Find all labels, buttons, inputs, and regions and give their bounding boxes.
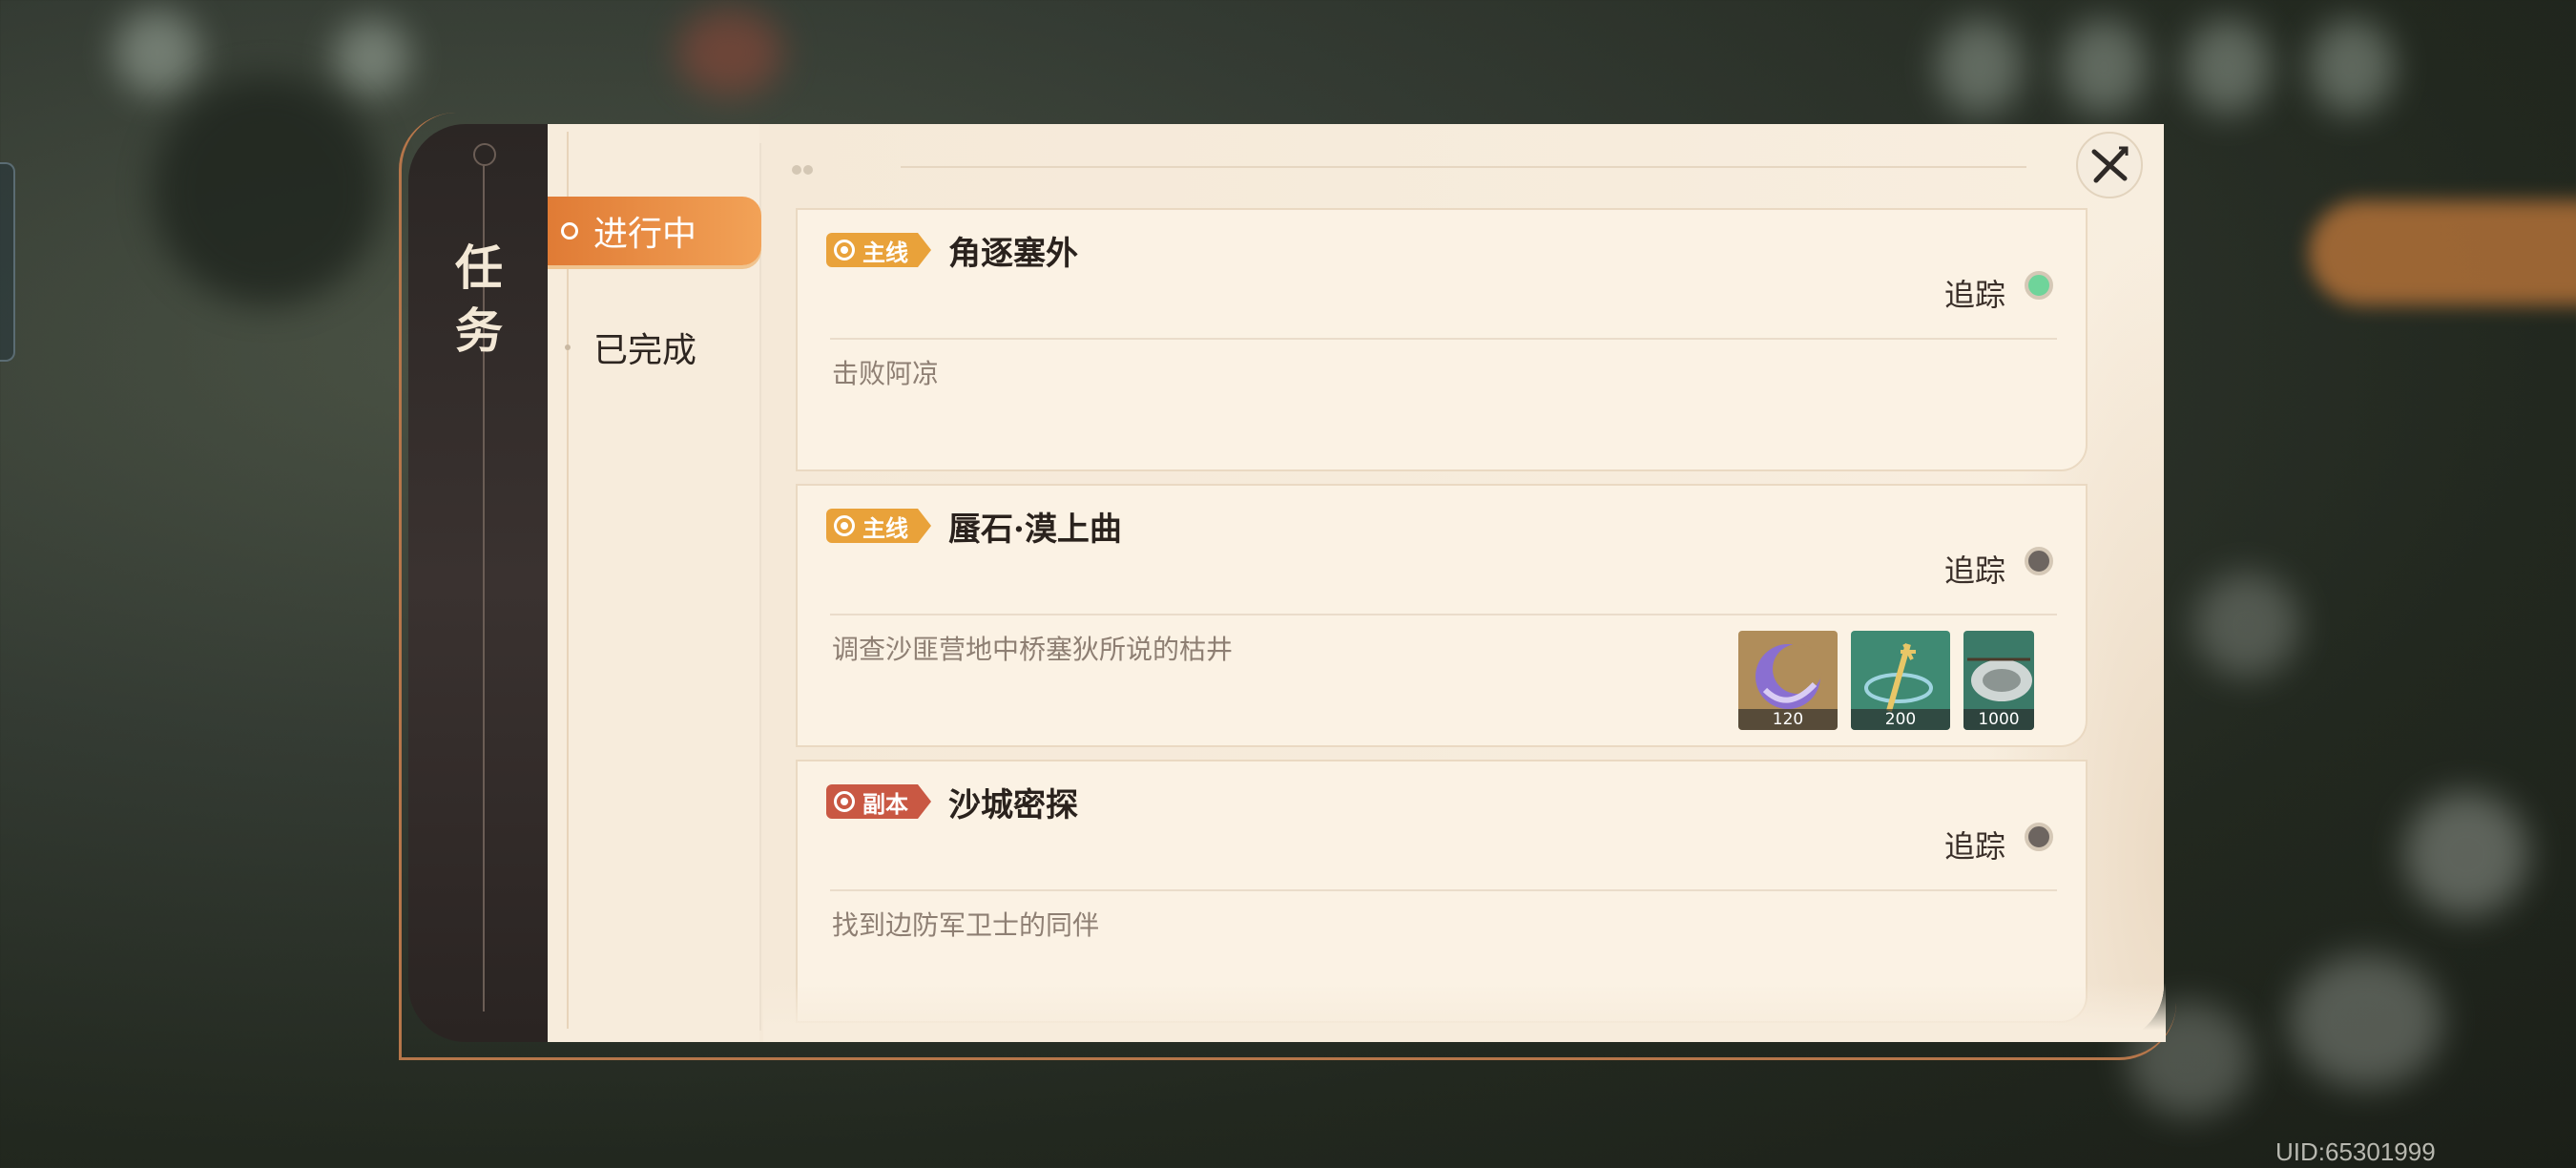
quest-type-tag: 副本 xyxy=(826,784,931,819)
bg-blur-circle xyxy=(677,10,782,95)
bg-blur-circle xyxy=(114,10,200,95)
card-divider xyxy=(830,614,2057,615)
quest-tag-label: 主线 xyxy=(862,513,908,542)
tab-label: 进行中 xyxy=(593,215,697,254)
panel-title: 任务 xyxy=(455,240,503,359)
track-label: 追踪 xyxy=(1943,553,2005,589)
track-toggle[interactable] xyxy=(2025,823,2053,851)
quest-description: 调查沙匪营地中桥塞狄所说的枯井 xyxy=(832,634,1234,665)
quest-title: 沙城密探 xyxy=(948,786,1078,824)
bg-blur-circle xyxy=(153,76,382,305)
card-divider xyxy=(830,889,2057,891)
bg-blur-circle xyxy=(2194,573,2299,678)
track-toggle[interactable] xyxy=(2025,271,2053,300)
bg-blur-circle xyxy=(2290,954,2442,1088)
side-handle[interactable] xyxy=(0,162,15,362)
tab-column-line xyxy=(567,132,569,1029)
bg-blur-circle xyxy=(1937,19,2023,115)
tab-label: 已完成 xyxy=(593,331,697,370)
header-divider xyxy=(901,166,2026,168)
quest-description: 找到边防军卫士的同伴 xyxy=(832,909,1100,941)
bg-blur-circle xyxy=(2185,19,2271,115)
player-uid: UID:65301999 xyxy=(2275,1137,2436,1166)
reward-list: 120 200 1000 xyxy=(1738,631,2034,730)
reward-item[interactable]: 1000 xyxy=(1963,631,2034,730)
quest-type-tag: 主线 xyxy=(826,509,931,543)
close-x-icon xyxy=(2091,146,2129,183)
tab-completed[interactable]: 已完成 xyxy=(548,313,761,382)
bg-blur-circle xyxy=(2404,792,2528,916)
main-quest-icon xyxy=(834,240,855,261)
dungeon-quest-icon xyxy=(834,791,855,812)
bg-orange-banner xyxy=(2309,200,2576,305)
close-button[interactable] xyxy=(2076,132,2143,198)
bg-blur-circle xyxy=(2061,19,2147,115)
title-bar-knob xyxy=(473,143,496,166)
list-fade xyxy=(763,983,2166,1042)
track-label: 追踪 xyxy=(1943,828,2005,865)
quest-tag-label: 副本 xyxy=(862,789,908,818)
quest-type-tag: 主线 xyxy=(826,233,931,267)
tab-dot-icon xyxy=(565,344,571,350)
card-divider xyxy=(830,338,2057,340)
track-label: 追踪 xyxy=(1943,277,2005,313)
tab-column-separator xyxy=(759,143,761,1031)
bg-blur-circle xyxy=(334,19,410,95)
quest-card[interactable]: 主线 角逐塞外 追踪 击败阿凉 xyxy=(796,208,2088,471)
quest-title: 蜃石·漠上曲 xyxy=(948,511,1122,549)
reward-item[interactable]: 120 xyxy=(1738,631,1838,730)
reward-quantity: 120 xyxy=(1738,709,1838,730)
tab-active-dot-icon xyxy=(561,222,578,240)
quest-description: 击败阿凉 xyxy=(832,358,940,389)
reward-quantity: 200 xyxy=(1851,709,1950,730)
header-ornament xyxy=(792,160,817,175)
quest-title: 角逐塞外 xyxy=(948,235,1078,273)
quest-tag-label: 主线 xyxy=(862,238,908,266)
quest-card[interactable]: 主线 蜃石·漠上曲 追踪 调查沙匪营地中桥塞狄所说的枯井 120 200 100… xyxy=(796,484,2088,747)
main-quest-icon xyxy=(834,515,855,536)
bg-blur-circle xyxy=(2309,19,2395,115)
reward-quantity: 1000 xyxy=(1963,709,2034,730)
tab-in-progress[interactable]: 进行中 xyxy=(548,197,761,265)
track-toggle[interactable] xyxy=(2025,547,2053,575)
reward-item[interactable]: 200 xyxy=(1851,631,1950,730)
